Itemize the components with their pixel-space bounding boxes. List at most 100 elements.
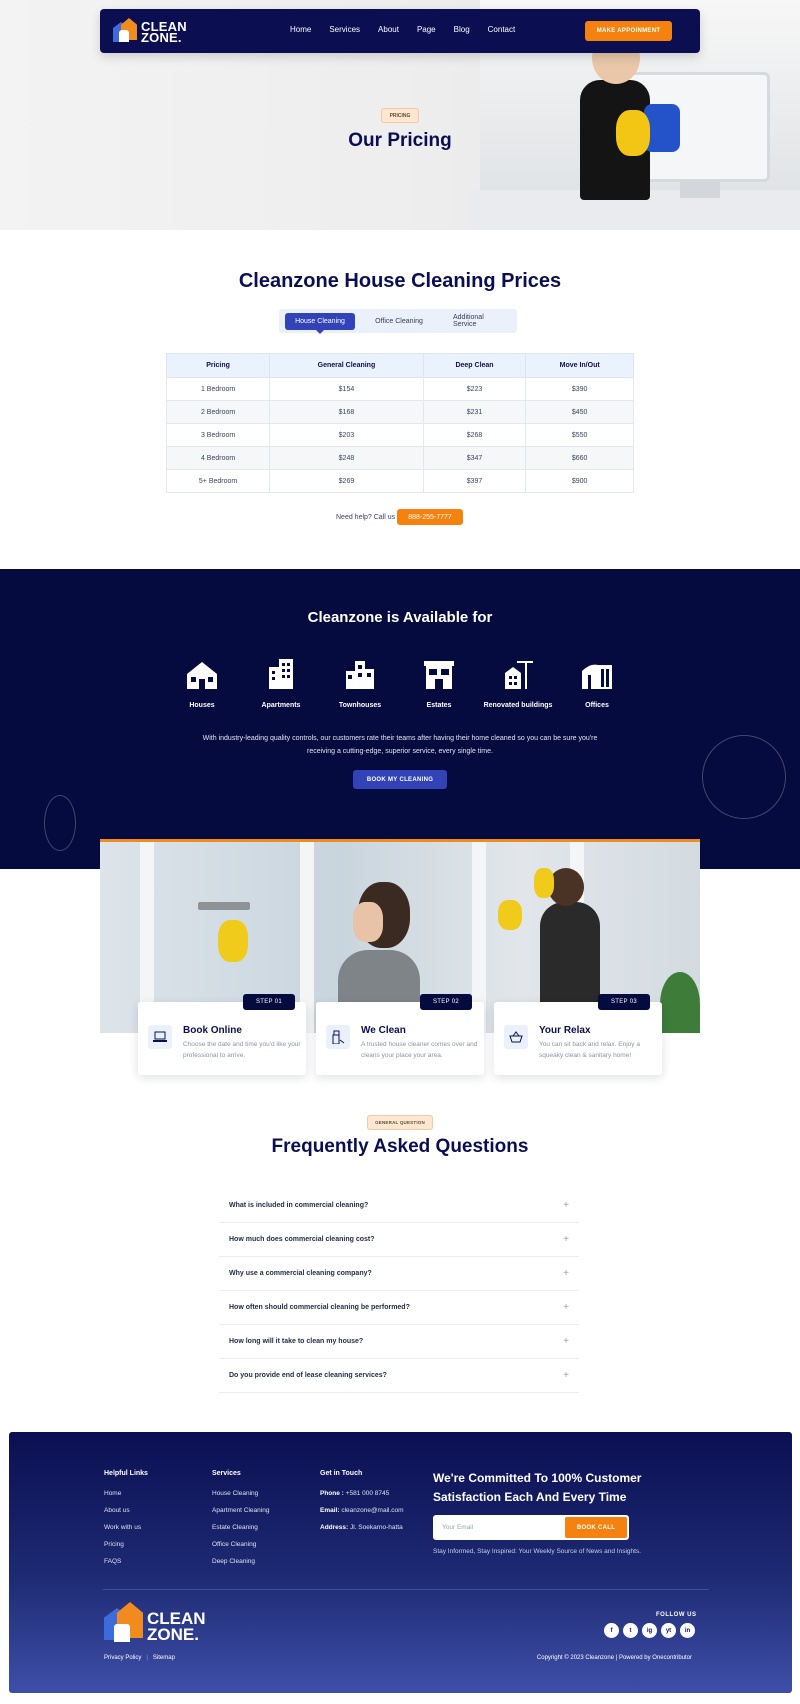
faq-tag: GENERAL QUESTION [367, 1115, 433, 1130]
footer-link[interactable]: Apartment Cleaning [212, 1507, 269, 1524]
step-card-your-relax: Your Relax You can sit back and relax. E… [494, 1002, 662, 1075]
faq-item[interactable]: How much does commercial cleaning cost? … [219, 1223, 579, 1257]
footer-email[interactable]: Email: cleanzone@mail.com [320, 1507, 404, 1524]
plus-icon[interactable]: + [563, 1234, 569, 1245]
available-item-label: Renovated buildings [483, 702, 553, 709]
column-header: Deep Clean [422, 353, 527, 378]
call-phone-button[interactable]: 888-255-7777 [397, 509, 463, 525]
footer-column-title: Helpful Links [104, 1470, 148, 1477]
faq-item[interactable]: Why use a commercial cleaning company? + [219, 1257, 579, 1291]
nav-link-about[interactable]: About [378, 25, 399, 34]
footer-address: Address: Jl. Soekarno-hatta [320, 1524, 403, 1531]
footer-phone: Phone : +581 000 8745 [320, 1490, 390, 1497]
footer-link[interactable]: Pricing [104, 1541, 148, 1558]
footer-divider [103, 1589, 709, 1590]
table-cell: $269 [269, 469, 424, 493]
sitemap-link[interactable]: Sitemap [153, 1655, 175, 1661]
available-item-renovated-buildings: Renovated buildings [478, 657, 558, 709]
newsletter-note: Stay Informed, Stay Inspired: Your Weekl… [433, 1548, 641, 1555]
footer-link[interactable]: Home [104, 1490, 148, 1507]
instagram-icon[interactable]: ig [642, 1623, 657, 1638]
step-description: You can sit back and relax. Enjoy a sque… [539, 1041, 640, 1059]
table-cell: $231 [422, 400, 527, 424]
table-cell: 3 Bedroom [165, 423, 271, 447]
privacy-policy-link[interactable]: Privacy Policy [104, 1655, 141, 1661]
twitter-icon[interactable]: t [623, 1623, 638, 1638]
footer-link[interactable]: House Cleaning [212, 1490, 269, 1507]
linkedin-icon[interactable]: in [680, 1623, 695, 1638]
table-row: 3 Bedroom $203 $268 $550 [165, 423, 634, 447]
footer-legal-links: Privacy Policy | Sitemap [104, 1655, 175, 1661]
main-navbar: CLEAN ZONE. Home Services About Page Blog… [100, 9, 700, 53]
laptop-icon [148, 1025, 172, 1049]
yellow-glove [218, 920, 248, 962]
table-cell: 1 Bedroom [165, 377, 271, 401]
plus-icon[interactable]: + [563, 1302, 569, 1313]
faq-question: How often should commercial cleaning be … [229, 1304, 410, 1311]
table-cell: $390 [525, 377, 634, 401]
step-title: Your Relax [539, 1025, 591, 1036]
faq-item[interactable]: How long will it take to clean my house?… [219, 1325, 579, 1359]
table-cell: $450 [525, 400, 634, 424]
table-row: 5+ Bedroom $269 $397 $900 [165, 469, 634, 493]
available-item-label: Offices [585, 702, 609, 709]
help-text: Need help? Call us [336, 514, 396, 521]
faq-accordion: What is included in commercial cleaning?… [219, 1189, 579, 1393]
email-input[interactable]: Your Email [442, 1524, 473, 1531]
footer-link[interactable]: About us [104, 1507, 148, 1524]
nav-link-page[interactable]: Page [417, 25, 436, 34]
footer-cta-title: We're Committed To 100% Customer Satisfa… [433, 1471, 642, 1504]
separator: | [146, 1655, 148, 1661]
book-my-cleaning-button[interactable]: BOOK MY CLEANING [353, 770, 447, 789]
copyright: Copyright © 2023 Cleanzone | Powered by … [536, 1655, 692, 1661]
tab-house-cleaning[interactable]: House Cleaning [285, 312, 355, 334]
footer-link[interactable]: Deep Cleaning [212, 1558, 269, 1575]
step-badge: STEP 01 [243, 994, 295, 1010]
step-card-we-clean: We Clean A trusted house cleaner comes o… [316, 1002, 484, 1075]
logo-icon[interactable] [113, 18, 137, 44]
tab-office-cleaning[interactable]: Office Cleaning [355, 313, 443, 330]
table-cell: $900 [525, 469, 634, 493]
cleaning-spray-icon [326, 1025, 350, 1049]
tab-additional-service[interactable]: Additional Service [443, 313, 513, 330]
faq-title: Frequently Asked Questions [271, 1136, 529, 1157]
nav-link-contact[interactable]: Contact [488, 25, 516, 34]
table-cell: $660 [525, 446, 634, 470]
plus-icon[interactable]: + [563, 1268, 569, 1279]
plus-icon[interactable]: + [563, 1200, 569, 1211]
table-row: 4 Bedroom $248 $347 $660 [165, 446, 634, 470]
available-title: Cleanzone is Available for [307, 609, 493, 626]
nav-link-home[interactable]: Home [290, 25, 311, 34]
apartment-building-icon [269, 659, 293, 689]
footer-link[interactable]: Office Cleaning [212, 1541, 269, 1558]
decor-swirl-right [702, 735, 786, 819]
faq-item[interactable]: How often should commercial cleaning be … [219, 1291, 579, 1325]
plus-icon[interactable]: + [563, 1370, 569, 1381]
nav-link-services[interactable]: Services [329, 25, 360, 34]
step-description: A trusted house cleaner comes over and c… [361, 1041, 478, 1059]
faq-item[interactable]: What is included in commercial cleaning?… [219, 1189, 579, 1223]
footer-logo[interactable]: CLEAN ZONE. [104, 1602, 206, 1644]
footer-link[interactable]: FAQS [104, 1558, 148, 1575]
nav-link-blog[interactable]: Blog [454, 25, 470, 34]
facebook-icon[interactable]: f [604, 1623, 619, 1638]
footer-link[interactable]: Estate Cleaning [212, 1524, 269, 1541]
hero-tag: PRICING [381, 108, 419, 123]
table-cell: 2 Bedroom [165, 400, 271, 424]
youtube-icon[interactable]: yt [661, 1623, 676, 1638]
worker-face [353, 902, 383, 942]
footer-link[interactable]: Work with us [104, 1524, 148, 1541]
basket-icon [504, 1025, 528, 1049]
available-item-apartments: Apartments [241, 657, 321, 709]
available-item-estates: Estates [399, 657, 479, 709]
table-row: 2 Bedroom $168 $231 $450 [165, 400, 634, 424]
step-badge: STEP 02 [420, 994, 472, 1010]
faq-item[interactable]: Do you provide end of lease cleaning ser… [219, 1359, 579, 1393]
faq-question: Do you provide end of lease cleaning ser… [229, 1372, 387, 1379]
logo-text[interactable]: CLEAN ZONE. [141, 20, 187, 44]
table-cell: $154 [269, 377, 424, 401]
book-call-button[interactable]: BOOK CALL [565, 1517, 627, 1538]
plus-icon[interactable]: + [563, 1336, 569, 1347]
decor-swirl-left [44, 795, 76, 851]
make-appointment-button[interactable]: MAKE APPOINMENT [585, 21, 672, 41]
